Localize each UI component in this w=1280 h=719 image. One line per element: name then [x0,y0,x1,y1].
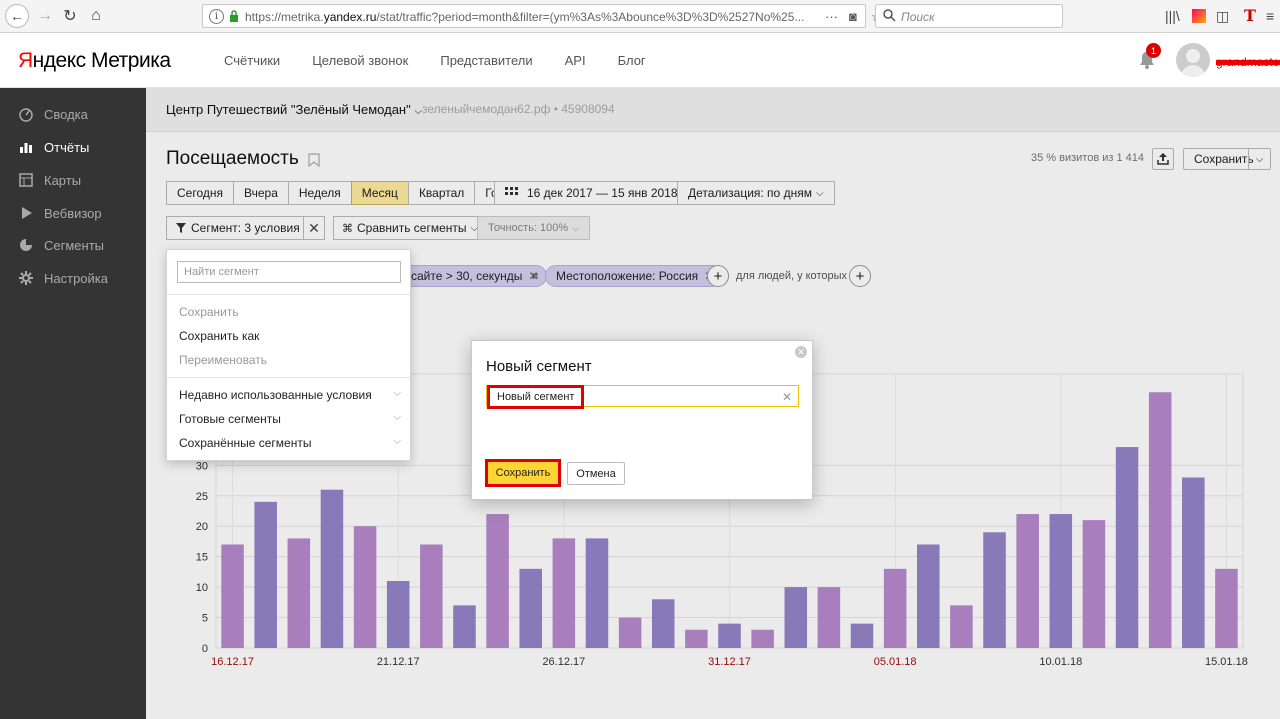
logo[interactable]: Яндекс Метрика [18,49,171,73]
sidebar-item-settings[interactable]: Настройка [18,270,108,286]
top-nav: Счётчики Целевой звонок Представители AP… [224,53,646,68]
segment-search-input[interactable]: Найти сегмент [177,261,401,283]
search-icon [883,9,896,22]
t-icon[interactable]: T [1244,6,1256,25]
home-icon[interactable]: ⌂ [84,5,108,27]
sidebar-item-label: Сводка [44,106,88,122]
menu-rename: Переименовать [179,353,267,367]
menu-save: Сохранить [179,305,239,319]
menu-icon[interactable]: ≡ [1266,8,1274,24]
gear-icon [19,271,33,285]
segment-name-input[interactable]: Новый сегмент ✕ [486,385,799,409]
browser-toolbar: ← → ↻ ⌂ i https://metrika.yandex.ru/stat… [0,0,1280,33]
dialog-cancel-button[interactable]: Отмена [567,462,625,485]
new-segment-dialog: Новый сегмент ✕ Новый сегмент ✕ Сохранит… [471,340,813,500]
nav-call[interactable]: Целевой звонок [312,53,408,68]
url-bar[interactable]: i https://metrika.yandex.ru/stat/traffic… [202,4,883,28]
segment-dropdown: Найти сегмент Сохранить Сохранить как Пе… [166,249,411,461]
play-icon [22,207,32,219]
lock-icon [230,10,238,22]
sidebar-item-webvisor[interactable]: Вебвизор [18,205,102,221]
menu-recent-conditions[interactable]: Недавно использованные условия ⌵ [179,388,401,402]
sidebar-item-label: Настройка [44,270,108,286]
dialog-save-button[interactable]: Сохранить [485,459,561,487]
sidebar: Сводка Отчёты Карты Вебвизор Сегменты На… [0,88,146,719]
sidebar-item-reports[interactable]: Отчёты [18,139,89,155]
nav-counters[interactable]: Счётчики [224,53,280,68]
back-icon[interactable]: ← [5,4,29,28]
sidebar-item-maps[interactable]: Карты [18,172,81,188]
app-header: Яндекс Метрика Счётчики Целевой звонок П… [0,33,1280,88]
library-icon[interactable]: |||\ [1165,8,1180,24]
sidebar-item-label: Карты [44,172,82,188]
chevron-down-icon: ⌵ [393,436,401,447]
chevron-down-icon: ⌵ [393,412,401,423]
search-placeholder: Поиск [901,10,935,24]
avatar[interactable] [1176,43,1210,77]
segment-name-value[interactable]: Новый сегмент [487,385,585,409]
sidebar-item-label: Вебвизор [44,205,102,221]
reload-icon[interactable]: ↻ [58,5,82,27]
chevron-down-icon: ⌵ [393,388,401,399]
divider [167,294,410,295]
pie-icon [20,239,32,251]
sidebar-item-summary[interactable]: Сводка [18,106,88,122]
dialog-title: Новый сегмент [486,358,592,375]
extension-icon[interactable] [1192,9,1206,23]
close-icon[interactable]: ✕ [795,346,807,358]
sidebar-item-label: Сегменты [44,237,105,253]
notification-badge: 1 [1146,43,1161,58]
menu-ready-segments[interactable]: Готовые сегменты ⌵ [179,412,401,426]
more-icon[interactable]: ··· [825,9,838,24]
menu-saved-segments[interactable]: Сохранённые сегменты ⌵ [179,436,401,450]
menu-save-as[interactable]: Сохранить как [179,329,259,343]
sidebar-item-segments[interactable]: Сегменты [18,237,104,253]
browser-search[interactable]: Поиск [875,4,1063,28]
sidebar-item-label: Отчёты [44,139,90,155]
nav-api[interactable]: API [565,53,586,68]
username[interactable]: grandmaster62 [1216,55,1280,69]
url-text: https://metrika.yandex.ru/stat/traffic?p… [245,10,805,24]
clear-icon[interactable]: ✕ [782,390,792,404]
forward-icon[interactable]: → [33,5,57,27]
nav-representatives[interactable]: Представители [440,53,532,68]
divider [167,377,410,378]
sidebar-icon[interactable]: ◫ [1216,8,1229,25]
pocket-icon[interactable]: ◙ [849,9,857,24]
map-icon [19,173,33,187]
info-icon[interactable]: i [209,9,224,24]
bar-chart-icon [20,143,32,153]
gauge-icon [19,108,33,122]
nav-blog[interactable]: Блог [618,53,646,68]
